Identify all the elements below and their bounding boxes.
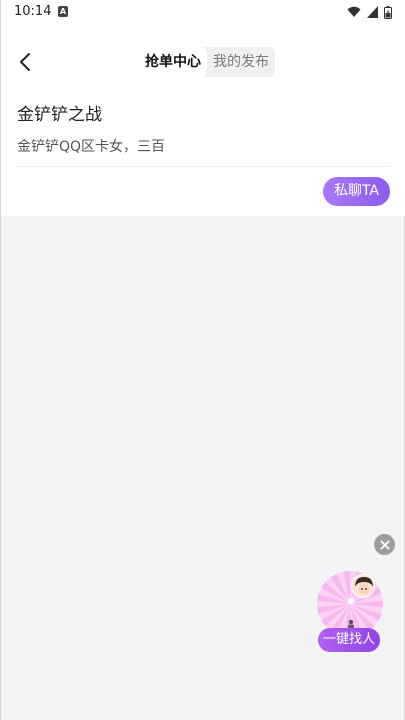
- tab-my-posts[interactable]: 我的发布: [207, 47, 275, 77]
- screen: 10:14 A 抢单中心 我的发布 金铲铲之战 金铲铲QQ区卡女，三百 私聊TA…: [0, 0, 405, 720]
- tab-order-center[interactable]: 抢单中心: [139, 47, 207, 77]
- float-close-button[interactable]: [374, 534, 395, 555]
- signal-icon: [367, 6, 378, 18]
- card-divider: [17, 166, 390, 167]
- status-bar: 10:14 A: [1, 0, 405, 26]
- segmented-tabs: 抢单中心 我的发布: [139, 47, 275, 77]
- status-time: 10:14: [14, 4, 52, 19]
- order-card[interactable]: 金铲铲之战 金铲铲QQ区卡女，三百 私聊TA: [1, 100, 405, 216]
- chevron-left-icon: [20, 53, 30, 71]
- glow-dot: [348, 598, 354, 604]
- private-chat-button[interactable]: 私聊TA: [322, 177, 390, 206]
- order-title: 金铲铲之战: [17, 105, 102, 125]
- back-button[interactable]: [13, 50, 37, 74]
- status-icons: [347, 5, 392, 19]
- wifi-icon: [347, 6, 361, 17]
- header: 抢单中心 我的发布: [1, 26, 405, 100]
- find-people-label[interactable]: 一键找人: [318, 628, 380, 652]
- notification-icon: A: [58, 6, 68, 17]
- battery-icon: [384, 5, 392, 19]
- avatar: [351, 574, 375, 598]
- order-description: 金铲铲QQ区卡女，三百: [17, 139, 166, 155]
- close-icon: [380, 540, 389, 549]
